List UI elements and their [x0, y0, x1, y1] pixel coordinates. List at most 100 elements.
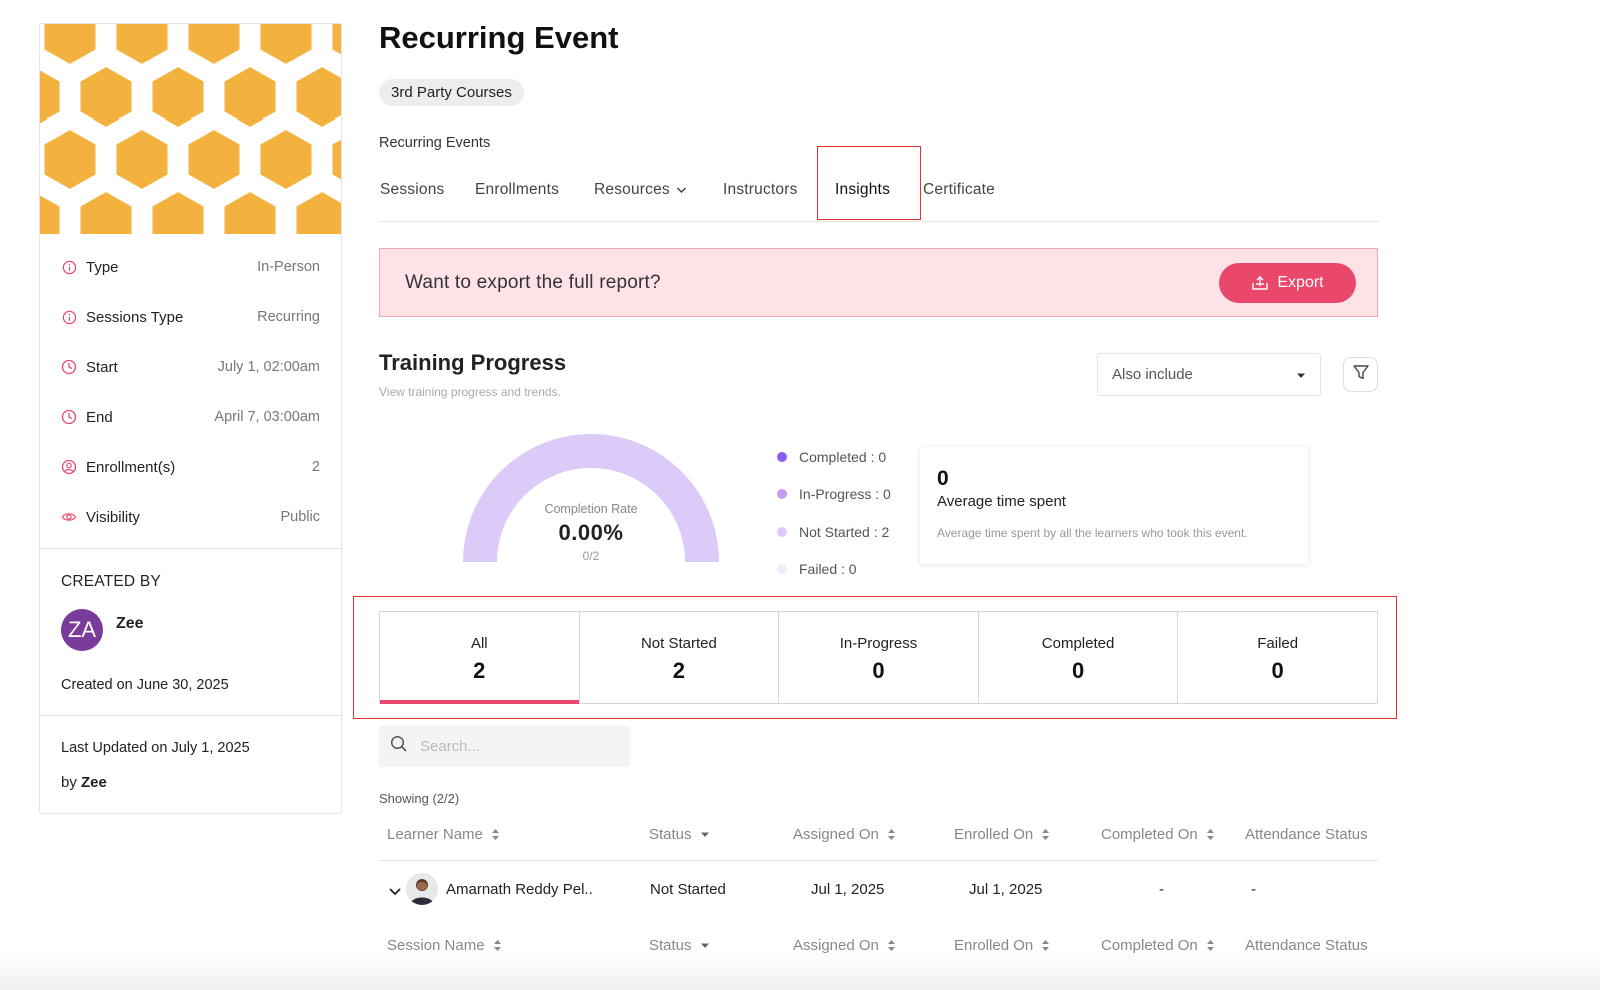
meta-value: April 7, 03:00am	[214, 409, 320, 425]
tab-certificate[interactable]: Certificate	[923, 181, 995, 199]
status-tab-in-progress[interactable]: In-Progress 0	[779, 612, 979, 703]
also-include-dropdown[interactable]: Also include	[1097, 353, 1321, 396]
tab-enrollments[interactable]: Enrollments	[475, 181, 559, 199]
creator-name: Zee	[116, 615, 144, 632]
sort-icon	[1206, 939, 1215, 952]
average-time-description: Average time spent by all the learners w…	[937, 526, 1248, 540]
meta-end: End April 7, 03:00am	[40, 392, 341, 442]
chevron-down-icon	[676, 181, 687, 199]
caret-down-icon	[700, 832, 710, 838]
export-button[interactable]: Export	[1219, 263, 1356, 303]
category-chip[interactable]: 3rd Party Courses	[379, 79, 524, 106]
col-learner-name[interactable]: Learner Name	[387, 826, 500, 843]
legend-item-not-started: Not Started : 2	[777, 513, 891, 551]
user-circle-icon	[61, 459, 77, 475]
info-icon	[61, 259, 77, 275]
avatar: ZA	[61, 609, 103, 651]
last-updated: Last Updated on July 1, 2025	[61, 740, 250, 756]
meta-value: In-Person	[257, 259, 320, 275]
meta-label: Enrollment(s)	[86, 458, 176, 476]
average-time-value: 0	[937, 467, 949, 490]
col-session-name[interactable]: Session Name	[387, 937, 502, 954]
sort-icon	[491, 828, 500, 841]
legend-label: Completed : 0	[799, 448, 887, 465]
created-by-header: CREATED BY	[61, 573, 161, 590]
col-session-status[interactable]: Status	[649, 937, 710, 954]
learner-name[interactable]: Amarnath Reddy Pel..	[446, 881, 593, 898]
col-enrolled-on[interactable]: Enrolled On	[954, 826, 1050, 843]
col-session-attendance-status[interactable]: Attendance Status	[1245, 937, 1368, 954]
sort-icon	[493, 939, 502, 952]
col-label: Status	[649, 937, 692, 954]
caret-down-icon	[1296, 366, 1306, 383]
status-tab-label: All	[470, 635, 488, 652]
legend-item-in-progress: In-Progress : 0	[777, 476, 891, 514]
learner-status: Not Started	[650, 881, 726, 898]
col-label: Enrolled On	[954, 937, 1034, 954]
updated-by-name: Zee	[81, 774, 107, 791]
updated-by-prefix: by	[61, 774, 77, 791]
tab-resources[interactable]: Resources	[594, 181, 687, 199]
learner-attendance: -	[1251, 881, 1256, 898]
col-label: Session Name	[387, 937, 485, 954]
learner-enrolled-on: Jul 1, 2025	[969, 881, 1043, 898]
meta-label: End	[86, 408, 113, 426]
tab-instructors[interactable]: Instructors	[723, 181, 798, 199]
meta-value: 2	[311, 459, 320, 475]
tab-sessions[interactable]: Sessions	[380, 181, 445, 199]
status-tab-count: 0	[1071, 658, 1085, 683]
status-tab-count: 2	[672, 658, 686, 683]
col-status[interactable]: Status	[649, 826, 710, 843]
legend-label: Not Started : 2	[799, 523, 890, 540]
status-tab-completed[interactable]: Completed 0	[979, 612, 1179, 703]
status-tab-label: Failed	[1257, 635, 1299, 652]
filter-button[interactable]	[1343, 357, 1378, 392]
legend-label: Failed : 0	[799, 561, 857, 578]
meta-type: Type In-Person	[40, 242, 341, 292]
status-tab-count: 0	[872, 658, 885, 683]
chevron-down-icon[interactable]	[388, 884, 402, 902]
status-tab-failed[interactable]: Failed 0	[1178, 612, 1377, 703]
average-time-card: 0 Average time spent Average time spent …	[920, 447, 1308, 564]
status-tab-all[interactable]: All 2	[380, 612, 580, 704]
filter-icon	[1352, 363, 1370, 386]
col-assigned-on[interactable]: Assigned On	[793, 826, 896, 843]
status-tab-not-started[interactable]: Not Started 2	[580, 612, 780, 703]
search-input[interactable]	[420, 738, 620, 755]
sort-icon	[887, 828, 896, 841]
export-icon	[1251, 275, 1269, 291]
also-include-label: Also include	[1112, 366, 1193, 383]
breadcrumb[interactable]: Recurring Events	[379, 135, 490, 151]
updated-section: Last Updated on July 1, 2025 by Zee	[40, 716, 341, 813]
creator: ZA Zee	[61, 609, 320, 651]
sort-icon	[1041, 828, 1050, 841]
export-button-label: Export	[1277, 274, 1324, 291]
session-table-header: Session Name Status Assigned On Enrolled…	[379, 937, 1378, 957]
updated-by: by Zee	[61, 774, 320, 791]
col-session-assigned-on[interactable]: Assigned On	[793, 937, 896, 954]
info-icon	[61, 309, 77, 325]
legend-label: In-Progress : 0	[799, 486, 891, 503]
legend-dot	[777, 451, 787, 462]
col-label: Status	[649, 826, 692, 843]
col-completed-on[interactable]: Completed On	[1101, 826, 1215, 843]
col-session-enrolled-on[interactable]: Enrolled On	[954, 937, 1050, 954]
status-filter-tabs: All 2 Not Started 2 In-Progress 0 Comple…	[379, 611, 1378, 704]
meta-visibility: Visibility Public	[40, 492, 341, 542]
created-on: Created on June 30, 2025	[61, 677, 229, 693]
col-attendance-status[interactable]: Attendance Status	[1245, 826, 1368, 843]
completion-count: 0/2	[582, 549, 600, 563]
learner-assigned-on: Jul 1, 2025	[811, 881, 885, 898]
table-header: Learner Name Status Assigned On Enrolled…	[379, 826, 1378, 846]
training-progress-subtitle: View training progress and trends.	[379, 385, 561, 399]
col-session-completed-on[interactable]: Completed On	[1101, 937, 1215, 954]
page-title: Recurring Event	[379, 20, 619, 55]
status-tab-label: Not Started	[640, 635, 717, 652]
meta-value: Recurring	[257, 309, 320, 325]
col-label: Assigned On	[793, 826, 879, 843]
tab-resources-label: Resources	[594, 181, 670, 198]
meta-value: Public	[280, 509, 321, 525]
training-progress-title: Training Progress	[379, 350, 567, 375]
average-time-title: Average time spent	[937, 493, 1066, 510]
export-banner-text: Want to export the full report?	[405, 272, 661, 293]
